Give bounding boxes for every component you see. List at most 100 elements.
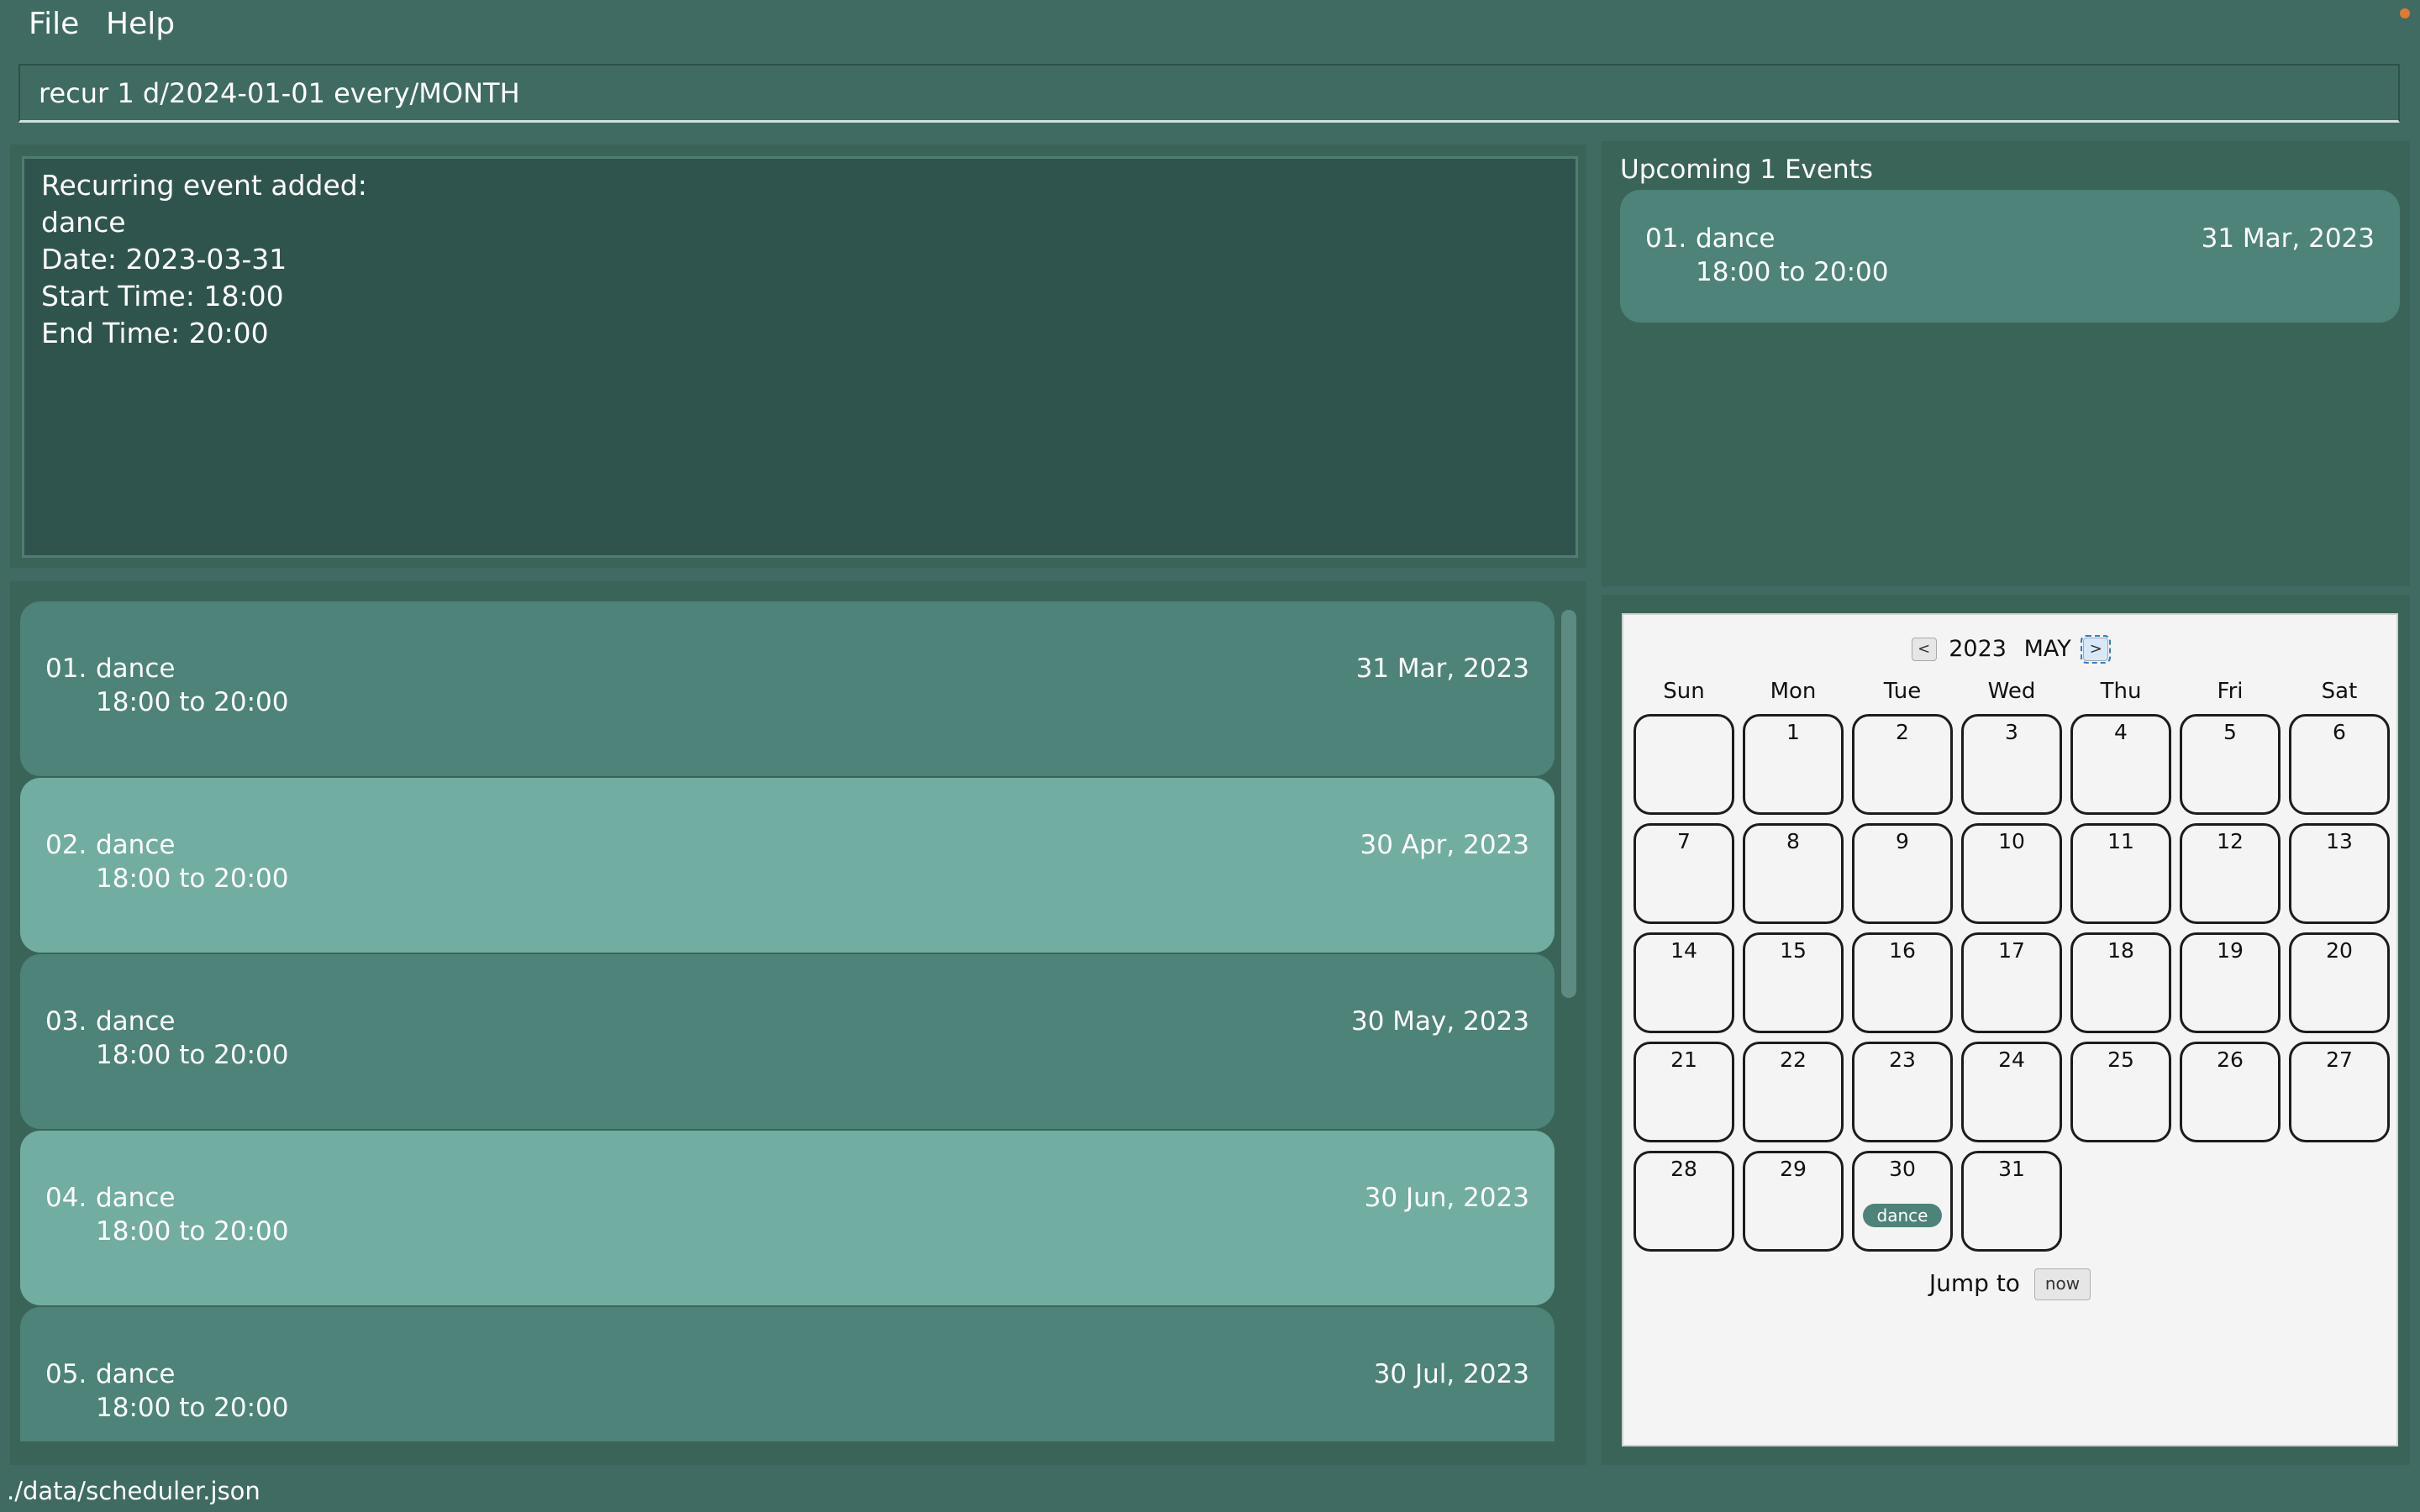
event-index: 03.: [45, 1006, 87, 1037]
day-number: 28: [1670, 1157, 1697, 1181]
day-number: 5: [2223, 720, 2237, 744]
menu-file[interactable]: File: [29, 7, 79, 41]
event-name: dance: [96, 1006, 176, 1037]
weekday-label: Tue: [1883, 679, 1922, 704]
weekday-label: Fri: [2217, 679, 2244, 704]
calendar-day[interactable]: 13: [2289, 823, 2390, 924]
calendar-day[interactable]: 20: [2289, 932, 2390, 1033]
menu-bar: File Help: [0, 0, 2420, 55]
calendar-day[interactable]: 9: [1852, 823, 1953, 924]
calendar-day[interactable]: 30 dance: [1852, 1151, 1953, 1252]
calendar-day[interactable]: 3: [1961, 714, 2062, 815]
event-name: dance: [96, 654, 176, 684]
day-number: 18: [2107, 938, 2134, 963]
calendar-day[interactable]: 1: [1743, 714, 1844, 815]
status-bar: ./data/scheduler.json: [0, 1470, 2420, 1512]
jump-now-button[interactable]: now: [2033, 1268, 2091, 1300]
calendar-day[interactable]: 24: [1961, 1042, 2062, 1142]
result-line: Date: 2023-03-31: [41, 243, 287, 276]
calendar-day[interactable]: 23: [1852, 1042, 1953, 1142]
weekday-label: Wed: [1987, 679, 2036, 704]
day-number: 29: [1780, 1157, 1807, 1181]
event-time: 18:00 to 20:00: [96, 864, 289, 894]
command-input[interactable]: recur 1 d/2024-01-01 every/MONTH: [18, 64, 2400, 123]
day-number: 19: [2217, 938, 2244, 963]
calendar-day[interactable]: 6: [2289, 714, 2390, 815]
day-number: 16: [1889, 938, 1916, 963]
day-number: 27: [2326, 1047, 2353, 1072]
next-month-button[interactable]: >: [2081, 634, 2112, 664]
event-time: 18:00 to 20:00: [1696, 257, 1889, 287]
calendar-event-chip[interactable]: dance: [1863, 1204, 1942, 1227]
event-index: 04.: [45, 1183, 87, 1213]
calendar-day[interactable]: 31: [1961, 1151, 2062, 1252]
day-number: 26: [2217, 1047, 2244, 1072]
calendar-day[interactable]: [1634, 714, 1734, 815]
event-card[interactable]: 02. dance 18:00 to 20:00 30 Apr, 2023: [20, 778, 1555, 953]
weekday-label: Sat: [2321, 679, 2358, 704]
day-number: 23: [1889, 1047, 1916, 1072]
calendar-day[interactable]: 5: [2180, 714, 2281, 815]
result-line: Start Time: 18:00: [41, 280, 284, 312]
calendar: < 2023 MAY > Sun Mon Tue Wed Thu Fri Sat 1 2 3 4 5 6…: [1622, 613, 2398, 1446]
event-date: 31 Mar, 2023: [1355, 654, 1529, 684]
calendar-day[interactable]: 14: [1634, 932, 1734, 1033]
day-number: 2: [1896, 720, 1909, 744]
jump-to-row: Jump to now: [1623, 1268, 2396, 1300]
event-date: 30 Apr, 2023: [1360, 830, 1529, 860]
day-number: 21: [1670, 1047, 1697, 1072]
day-number: 13: [2326, 829, 2353, 853]
calendar-day[interactable]: 4: [2070, 714, 2171, 815]
calendar-day[interactable]: 27: [2289, 1042, 2390, 1142]
calendar-day[interactable]: 12: [2180, 823, 2281, 924]
day-number: 25: [2107, 1047, 2134, 1072]
calendar-day[interactable]: 25: [2070, 1042, 2171, 1142]
event-name: dance: [96, 830, 176, 860]
event-list[interactable]: 01. dance 18:00 to 20:00 31 Mar, 2023 02…: [20, 601, 1555, 1441]
day-number: 10: [1998, 829, 2025, 853]
calendar-day[interactable]: 10: [1961, 823, 2062, 924]
storage-path: ./data/scheduler.json: [7, 1477, 260, 1505]
result-display: Recurring event added: dance Date: 2023-…: [22, 156, 1578, 558]
calendar-day[interactable]: 21: [1634, 1042, 1734, 1142]
calendar-day[interactable]: 8: [1743, 823, 1844, 924]
calendar-day[interactable]: 18: [2070, 932, 2171, 1033]
day-number: 14: [1670, 938, 1697, 963]
prev-month-button[interactable]: <: [1911, 637, 1937, 661]
calendar-day[interactable]: 19: [2180, 932, 2281, 1033]
calendar-day[interactable]: 2: [1852, 714, 1953, 815]
result-line: dance: [41, 206, 126, 239]
day-number: 6: [2333, 720, 2346, 744]
calendar-day[interactable]: 11: [2070, 823, 2171, 924]
calendar-header: < 2023 MAY >: [1623, 634, 2396, 664]
upcoming-title: Upcoming 1 Events: [1620, 155, 1873, 185]
day-number: 4: [2114, 720, 2128, 744]
event-card[interactable]: 04. dance 18:00 to 20:00 30 Jun, 2023: [20, 1131, 1555, 1305]
event-time: 18:00 to 20:00: [96, 1216, 289, 1247]
event-card[interactable]: 03. dance 18:00 to 20:00 30 May, 2023: [20, 954, 1555, 1129]
day-number: 9: [1896, 829, 1909, 853]
calendar-day[interactable]: 16: [1852, 932, 1953, 1033]
jump-to-label: Jump to: [1928, 1269, 2020, 1297]
event-card[interactable]: 01. dance 18:00 to 20:00 31 Mar, 2023: [20, 601, 1555, 776]
calendar-day[interactable]: 15: [1743, 932, 1844, 1033]
calendar-day[interactable]: 28: [1634, 1151, 1734, 1252]
calendar-day[interactable]: 17: [1961, 932, 2062, 1033]
event-card[interactable]: 05. dance 18:00 to 20:00 30 Jul, 2023: [20, 1307, 1555, 1441]
weekday-label: Mon: [1770, 679, 1817, 704]
calendar-day[interactable]: 7: [1634, 823, 1734, 924]
day-number: 11: [2107, 829, 2134, 853]
weekday-label: Thu: [2100, 679, 2142, 704]
day-number: 30: [1889, 1157, 1916, 1181]
event-list-scrollbar[interactable]: [1561, 610, 1576, 998]
event-time: 18:00 to 20:00: [96, 1393, 289, 1423]
calendar-day[interactable]: 22: [1743, 1042, 1844, 1142]
event-index: 01.: [45, 654, 87, 684]
calendar-day[interactable]: 26: [2180, 1042, 2281, 1142]
menu-help[interactable]: Help: [106, 7, 175, 41]
day-number: 3: [2005, 720, 2018, 744]
event-name: dance: [96, 1359, 176, 1389]
upcoming-event-card[interactable]: 01. dance 18:00 to 20:00 31 Mar, 2023: [1620, 190, 2400, 323]
day-number: 31: [1998, 1157, 2025, 1181]
calendar-day[interactable]: 29: [1743, 1151, 1844, 1252]
